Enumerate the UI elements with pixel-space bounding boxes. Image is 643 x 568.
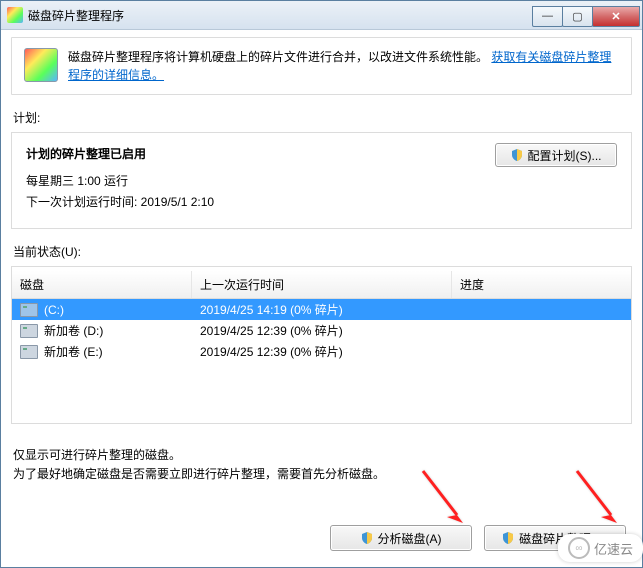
defrag-icon (24, 48, 58, 82)
window-title: 磁盘碎片整理程序 (28, 7, 533, 24)
disk-name: 新加卷 (E:) (44, 343, 103, 360)
schedule-frequency: 每星期三 1:00 运行 (26, 172, 617, 189)
titlebar: 磁盘碎片整理程序 — ▢ ✕ (1, 1, 642, 30)
last-run: 2019/4/25 12:39 (0% 碎片) (200, 322, 343, 339)
list-header: 磁盘 上一次运行时间 进度 (12, 271, 631, 299)
header-last-run[interactable]: 上一次运行时间 (192, 271, 452, 298)
status-label: 当前状态(U): (13, 243, 630, 260)
disk-name: (C:) (44, 303, 64, 317)
window: 磁盘碎片整理程序 — ▢ ✕ 磁盘碎片整理程序将计算机硬盘上的碎片文件进行合并，… (0, 0, 643, 568)
watermark-text: 亿速云 (594, 539, 633, 558)
window-controls: — ▢ ✕ (533, 6, 640, 25)
status-panel: 磁盘 上一次运行时间 进度 (C:) 2019/4/25 14:19 (0% 碎片… (11, 266, 632, 424)
header-progress[interactable]: 进度 (452, 271, 631, 298)
info-banner: 磁盘碎片整理程序将计算机硬盘上的碎片文件进行合并，以改进文件系统性能。 获取有关… (11, 37, 632, 95)
close-button[interactable]: ✕ (592, 6, 640, 27)
configure-schedule-label: 配置计划(S)... (528, 147, 602, 164)
header-disk[interactable]: 磁盘 (12, 271, 192, 298)
info-description: 磁盘碎片整理程序将计算机硬盘上的碎片文件进行合并，以改进文件系统性能。 (68, 50, 488, 64)
configure-schedule-button[interactable]: 配置计划(S)... (495, 143, 617, 167)
app-icon (7, 7, 23, 23)
maximize-button[interactable]: ▢ (562, 6, 593, 27)
table-row[interactable]: (C:) 2019/4/25 14:19 (0% 碎片) (12, 299, 631, 320)
drive-icon (20, 303, 38, 317)
table-row[interactable]: 新加卷 (E:) 2019/4/25 12:39 (0% 碎片) (12, 341, 631, 362)
schedule-next-run: 下一次计划运行时间: 2019/5/1 2:10 (26, 193, 617, 210)
hint-line-2: 为了最好地确定磁盘是否需要立即进行碎片整理，需要首先分析磁盘。 (13, 465, 630, 484)
analyze-button[interactable]: 分析磁盘(A) (330, 525, 472, 551)
watermark: ∞ 亿速云 (558, 534, 643, 562)
last-run: 2019/4/25 12:39 (0% 碎片) (200, 343, 343, 360)
drive-icon (20, 324, 38, 338)
last-run: 2019/4/25 14:19 (0% 碎片) (200, 301, 343, 318)
watermark-icon: ∞ (568, 537, 590, 559)
disk-list[interactable]: (C:) 2019/4/25 14:19 (0% 碎片) 新加卷 (D:) 2019/… (12, 299, 631, 419)
info-text: 磁盘碎片整理程序将计算机硬盘上的碎片文件进行合并，以改进文件系统性能。 获取有关… (68, 48, 619, 84)
shield-icon (502, 532, 514, 544)
hints: 仅显示可进行碎片整理的磁盘。 为了最好地确定磁盘是否需要立即进行碎片整理，需要首… (13, 446, 630, 484)
hint-line-1: 仅显示可进行碎片整理的磁盘。 (13, 446, 630, 465)
schedule-label: 计划: (13, 109, 630, 126)
analyze-button-label: 分析磁盘(A) (378, 530, 442, 547)
table-row[interactable]: 新加卷 (D:) 2019/4/25 12:39 (0% 碎片) (12, 320, 631, 341)
shield-icon (511, 149, 523, 161)
shield-icon (361, 532, 373, 544)
drive-icon (20, 345, 38, 359)
schedule-panel: 计划的碎片整理已启用 每星期三 1:00 运行 下一次计划运行时间: 2019/… (11, 132, 632, 229)
client-area: 磁盘碎片整理程序将计算机硬盘上的碎片文件进行合并，以改进文件系统性能。 获取有关… (1, 29, 642, 567)
minimize-button[interactable]: — (532, 6, 563, 27)
disk-name: 新加卷 (D:) (44, 322, 103, 339)
